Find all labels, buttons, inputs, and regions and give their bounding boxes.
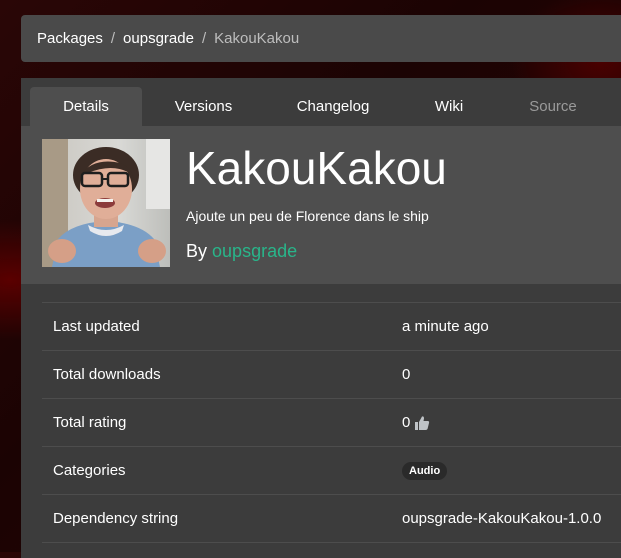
tab-bar: Details Versions Changelog Wiki Source xyxy=(21,78,621,126)
package-icon xyxy=(42,139,170,267)
row-label: Dependency string xyxy=(53,510,179,527)
row-label: Categories xyxy=(53,462,126,479)
table-row: Last updated a minute ago xyxy=(42,302,621,350)
dependency-string: oupsgrade-KakouKakou-1.0.0 xyxy=(402,510,602,527)
author-link[interactable]: oupsgrade xyxy=(212,241,297,261)
table-row xyxy=(42,542,621,555)
tab-versions[interactable]: Versions xyxy=(146,87,261,126)
tab-wiki[interactable]: Wiki xyxy=(409,87,489,126)
tab-changelog[interactable]: Changelog xyxy=(273,87,393,126)
breadcrumb: Packages / oupsgrade / KakouKakou xyxy=(21,15,621,62)
package-author-line: By oupsgrade xyxy=(186,241,297,262)
person-photo-icon xyxy=(42,139,170,267)
row-value: 0 xyxy=(402,366,411,383)
breadcrumb-separator: / xyxy=(110,30,116,47)
tab-source: Source xyxy=(529,98,577,115)
row-label: Last updated xyxy=(53,318,140,335)
table-row: Total rating 0 xyxy=(42,398,621,446)
row-value: Audio xyxy=(402,461,621,480)
table-row: Total downloads 0 xyxy=(42,350,621,398)
table-row: Categories Audio xyxy=(42,446,621,494)
category-badge[interactable]: Audio xyxy=(402,461,448,480)
rating-cell: 0 xyxy=(402,414,621,431)
table-row: Dependency string oupsgrade-KakouKakou-1… xyxy=(42,494,621,542)
author-prefix: By xyxy=(186,241,208,261)
breadcrumb-packages-link[interactable]: Packages xyxy=(37,30,103,47)
breadcrumb-separator: / xyxy=(201,30,207,47)
row-label: Total downloads xyxy=(53,366,161,383)
breadcrumb-author-link[interactable]: oupsgrade xyxy=(123,30,194,47)
package-card: Details Versions Changelog Wiki Source K… xyxy=(21,78,621,558)
row-value: a minute ago xyxy=(402,318,489,335)
package-description: Ajoute un peu de Florence dans le ship xyxy=(186,208,429,224)
rating-value: 0 xyxy=(402,414,411,431)
thumbs-up-icon[interactable] xyxy=(414,415,430,431)
package-header: KakouKakou Ajoute un peu de Florence dan… xyxy=(21,126,621,284)
package-title: KakouKakou xyxy=(186,142,447,194)
row-label: Total rating xyxy=(53,414,127,431)
package-details-table: Last updated a minute ago Total download… xyxy=(42,302,621,555)
tab-details[interactable]: Details xyxy=(30,87,142,126)
breadcrumb-current: KakouKakou xyxy=(214,30,300,47)
